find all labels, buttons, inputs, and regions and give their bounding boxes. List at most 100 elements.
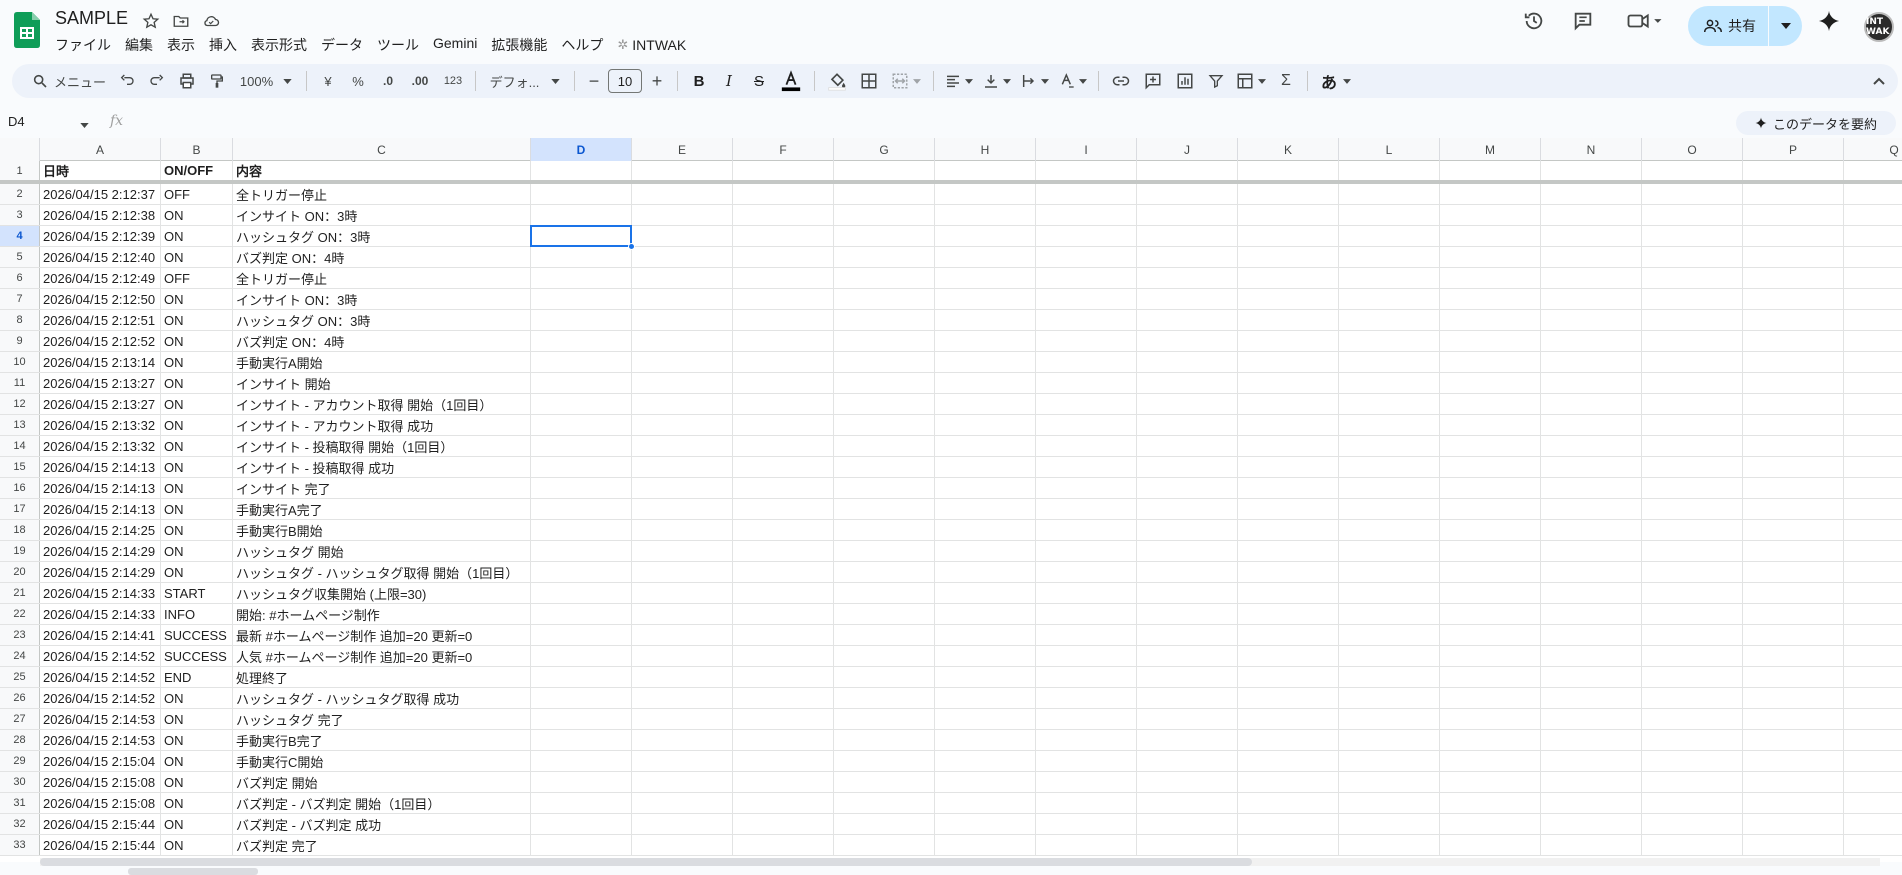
cell-d28[interactable] xyxy=(531,730,632,750)
cell-c3[interactable]: インサイト ON：3時 xyxy=(233,205,531,225)
cell-n10[interactable] xyxy=(1541,352,1642,372)
cell-b30[interactable]: ON xyxy=(161,772,233,792)
move-folder-icon[interactable] xyxy=(170,10,192,32)
cell-d14[interactable] xyxy=(531,436,632,456)
cell-n29[interactable] xyxy=(1541,751,1642,771)
increase-decimal-button[interactable]: .00 xyxy=(403,67,437,95)
cell-l12[interactable] xyxy=(1339,394,1440,414)
cell-p25[interactable] xyxy=(1743,667,1844,687)
cell-g20[interactable] xyxy=(834,562,935,582)
cell-c33[interactable]: バズ判定 完了 xyxy=(233,835,531,855)
row-header[interactable]: 23 xyxy=(0,625,40,645)
cell-g9[interactable] xyxy=(834,331,935,351)
cell-e23[interactable] xyxy=(632,625,733,645)
cell-b19[interactable]: ON xyxy=(161,541,233,561)
cell-b2[interactable]: OFF xyxy=(161,184,233,204)
cell-o8[interactable] xyxy=(1642,310,1743,330)
cell-b10[interactable]: ON xyxy=(161,352,233,372)
cell-a21[interactable]: 2026/04/15 2:14:33 xyxy=(40,583,161,603)
cell-c2[interactable]: 全トリガー停止 xyxy=(233,184,531,204)
cell-h17[interactable] xyxy=(935,499,1036,519)
cell-d9[interactable] xyxy=(531,331,632,351)
cell-p18[interactable] xyxy=(1743,520,1844,540)
cell-a20[interactable]: 2026/04/15 2:14:29 xyxy=(40,562,161,582)
cell-o25[interactable] xyxy=(1642,667,1743,687)
gemini-icon[interactable] xyxy=(1815,7,1843,35)
cell-o11[interactable] xyxy=(1642,373,1743,393)
cell-a17[interactable]: 2026/04/15 2:14:13 xyxy=(40,499,161,519)
cell-m4[interactable] xyxy=(1440,226,1541,246)
column-header-o[interactable]: O xyxy=(1642,138,1743,161)
cell-l9[interactable] xyxy=(1339,331,1440,351)
cell-m2[interactable] xyxy=(1440,184,1541,204)
cell-c17[interactable]: 手動実行A完了 xyxy=(233,499,531,519)
cell-i22[interactable] xyxy=(1036,604,1137,624)
redo-icon[interactable] xyxy=(142,67,172,95)
text-wrap-icon[interactable] xyxy=(1016,67,1054,95)
cell-o13[interactable] xyxy=(1642,415,1743,435)
cell-q23[interactable] xyxy=(1844,625,1902,645)
cell-l20[interactable] xyxy=(1339,562,1440,582)
cell-d32[interactable] xyxy=(531,814,632,834)
cell-m9[interactable] xyxy=(1440,331,1541,351)
cell-d27[interactable] xyxy=(531,709,632,729)
cell-o32[interactable] xyxy=(1642,814,1743,834)
cell-c31[interactable]: バズ判定 - バズ判定 開始（1回目） xyxy=(233,793,531,813)
cell-n4[interactable] xyxy=(1541,226,1642,246)
cell-o33[interactable] xyxy=(1642,835,1743,855)
cell-o24[interactable] xyxy=(1642,646,1743,666)
cell-g19[interactable] xyxy=(834,541,935,561)
cell-d25[interactable] xyxy=(531,667,632,687)
cell-j5[interactable] xyxy=(1137,247,1238,267)
cell-g8[interactable] xyxy=(834,310,935,330)
cell-b24[interactable]: SUCCESS xyxy=(161,646,233,666)
collapse-menus-icon[interactable] xyxy=(1866,67,1892,95)
cell-p13[interactable] xyxy=(1743,415,1844,435)
cell-a1[interactable]: 日時 xyxy=(40,161,161,180)
row-header[interactable]: 20 xyxy=(0,562,40,582)
cell-j11[interactable] xyxy=(1137,373,1238,393)
cell-l30[interactable] xyxy=(1339,772,1440,792)
cell-n25[interactable] xyxy=(1541,667,1642,687)
row-header[interactable]: 12 xyxy=(0,394,40,414)
cell-n32[interactable] xyxy=(1541,814,1642,834)
cell-d7[interactable] xyxy=(531,289,632,309)
cell-a11[interactable]: 2026/04/15 2:13:27 xyxy=(40,373,161,393)
cell-f3[interactable] xyxy=(733,205,834,225)
cell-c22[interactable]: 開始: #ホームページ制作 xyxy=(233,604,531,624)
cell-f32[interactable] xyxy=(733,814,834,834)
cell-n1[interactable] xyxy=(1541,161,1642,180)
cell-d5[interactable] xyxy=(531,247,632,267)
cell-f9[interactable] xyxy=(733,331,834,351)
cell-i24[interactable] xyxy=(1036,646,1137,666)
cell-h27[interactable] xyxy=(935,709,1036,729)
cell-j3[interactable] xyxy=(1137,205,1238,225)
cell-k14[interactable] xyxy=(1238,436,1339,456)
cell-n11[interactable] xyxy=(1541,373,1642,393)
cell-j29[interactable] xyxy=(1137,751,1238,771)
cell-g11[interactable] xyxy=(834,373,935,393)
cell-f19[interactable] xyxy=(733,541,834,561)
cell-k15[interactable] xyxy=(1238,457,1339,477)
cell-c28[interactable]: 手動実行B完了 xyxy=(233,730,531,750)
cell-h9[interactable] xyxy=(935,331,1036,351)
cell-o27[interactable] xyxy=(1642,709,1743,729)
cell-m11[interactable] xyxy=(1440,373,1541,393)
cell-i26[interactable] xyxy=(1036,688,1137,708)
cell-c19[interactable]: ハッシュタグ 開始 xyxy=(233,541,531,561)
cell-b5[interactable]: ON xyxy=(161,247,233,267)
cell-l1[interactable] xyxy=(1339,161,1440,180)
cell-h25[interactable] xyxy=(935,667,1036,687)
cell-h18[interactable] xyxy=(935,520,1036,540)
cell-j12[interactable] xyxy=(1137,394,1238,414)
cell-f25[interactable] xyxy=(733,667,834,687)
cell-p2[interactable] xyxy=(1743,184,1844,204)
cell-g32[interactable] xyxy=(834,814,935,834)
cell-o3[interactable] xyxy=(1642,205,1743,225)
cell-j27[interactable] xyxy=(1137,709,1238,729)
cell-f16[interactable] xyxy=(733,478,834,498)
cell-m7[interactable] xyxy=(1440,289,1541,309)
chevron-down-icon[interactable] xyxy=(80,116,89,131)
cell-o31[interactable] xyxy=(1642,793,1743,813)
cell-p26[interactable] xyxy=(1743,688,1844,708)
